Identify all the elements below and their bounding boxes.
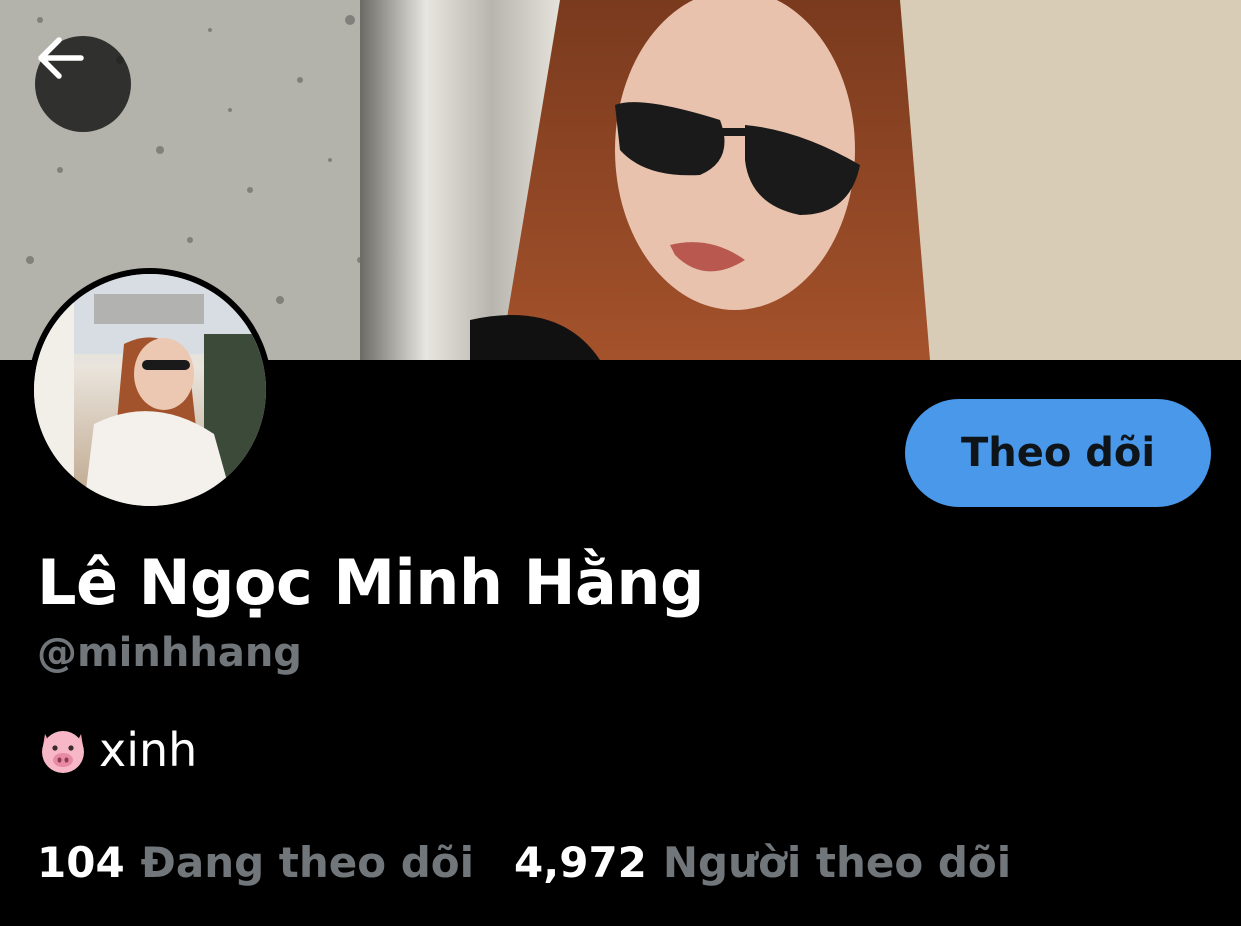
followers-link[interactable]: 4,972 Người theo dõi bbox=[514, 838, 1011, 887]
following-link[interactable]: 104 Đang theo dõi bbox=[37, 838, 474, 887]
follow-stats: 104 Đang theo dõi 4,972 Người theo dõi bbox=[37, 838, 1011, 887]
followers-count: 4,972 bbox=[514, 838, 647, 887]
avatar-photo bbox=[34, 274, 266, 506]
follow-button[interactable]: Theo dõi bbox=[905, 399, 1211, 507]
username-handle: @minhhang bbox=[37, 630, 302, 676]
bio: xinh bbox=[37, 723, 197, 777]
following-count: 104 bbox=[37, 838, 125, 887]
bio-text: xinh bbox=[99, 723, 198, 777]
display-name: Lê Ngọc Minh Hằng bbox=[37, 546, 704, 619]
pig-face-icon bbox=[42, 731, 84, 773]
followers-label: Người theo dõi bbox=[662, 838, 1012, 887]
avatar[interactable] bbox=[28, 268, 272, 512]
back-button[interactable] bbox=[35, 36, 131, 132]
following-label: Đang theo dõi bbox=[140, 838, 475, 887]
arrow-left-icon bbox=[38, 37, 84, 79]
